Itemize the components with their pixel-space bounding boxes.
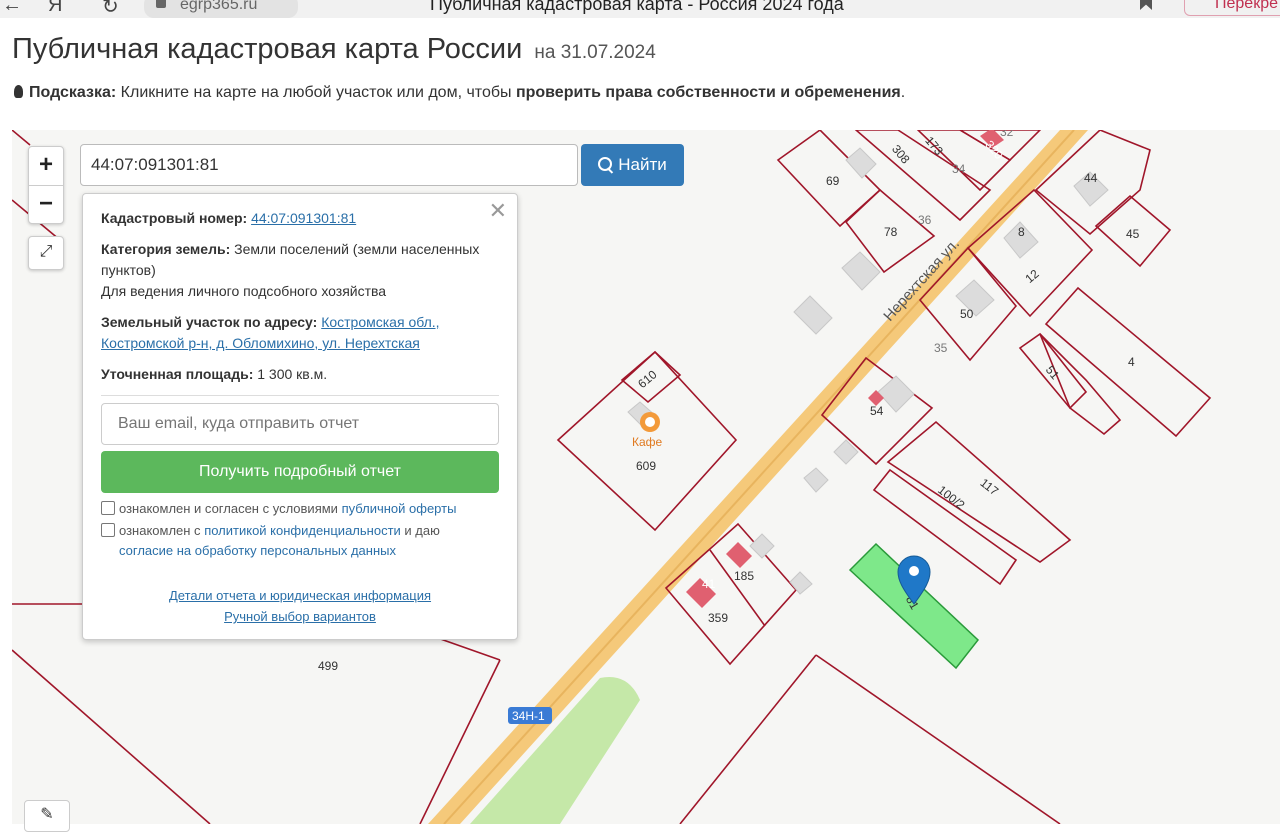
cadastral-search-input[interactable]: [80, 144, 578, 186]
close-icon[interactable]: ✕: [489, 200, 507, 222]
consent2-text: ознакомлен с: [119, 523, 201, 538]
extension-label: Перекре: [1215, 0, 1278, 12]
pencil-icon[interactable]: ✎: [24, 800, 70, 832]
reload-icon[interactable]: ↻: [102, 0, 119, 18]
lock-icon: [156, 0, 166, 8]
parcel-label-3: 185: [734, 569, 754, 583]
parcel-label-12: 4: [1128, 355, 1135, 369]
parcel-label-4: 359: [708, 611, 728, 625]
zoom-in-button[interactable]: +: [29, 147, 63, 186]
area-label: Уточненная площадь:: [101, 366, 254, 382]
cafe-label: Кафе: [632, 435, 663, 449]
yandex-icon[interactable]: Я: [48, 0, 62, 17]
privacy-policy-link[interactable]: политикой конфиденциальности: [204, 523, 401, 538]
parcel-label-2: 499: [318, 659, 338, 673]
report-details-link[interactable]: Детали отчета и юридическая информация: [101, 585, 499, 606]
popup-footer-links: Детали отчета и юридическая информация Р…: [101, 585, 499, 627]
parcel-label-8: 50: [960, 307, 974, 321]
hint-end: .: [900, 84, 906, 101]
privacy-consent: ознакомлен с политикой конфиденциальност…: [101, 521, 499, 561]
url-text: egrp365.ru: [180, 0, 258, 13]
divider: [101, 395, 499, 396]
back-icon[interactable]: ←: [2, 0, 22, 17]
search-icon: [598, 157, 613, 171]
cadastral-label: Кадастровый номер:: [101, 210, 248, 226]
offer-consent: ознакомлен и согласен с условиями публич…: [101, 499, 499, 519]
land-category-row: Категория земель: Земли поселений (земли…: [101, 239, 499, 302]
bookmark-icon[interactable]: [1140, 0, 1152, 10]
parcel-label-9: 35: [934, 341, 948, 355]
parcel-label-16: 78: [884, 225, 898, 239]
area-row: Уточненная площадь: 1 300 кв.м.: [101, 364, 499, 385]
fullscreen-icon[interactable]: ⤢: [28, 236, 64, 270]
parcel-label-0: 610: [635, 367, 660, 391]
lightbulb-icon: [14, 85, 23, 98]
browser-chrome: ← Я ↻ egrp365.ru Публичная кадастровая к…: [0, 0, 1280, 18]
road-badge-label: 34Н-1: [512, 709, 545, 723]
hint-label: Подсказка:: [29, 84, 117, 101]
zoom-control: + −: [28, 146, 64, 224]
location-marker-dot: [909, 566, 919, 576]
parcel-label-24: 117: [977, 476, 1001, 499]
search-button[interactable]: Найти: [581, 144, 684, 186]
parcel-label-18: 308: [889, 142, 913, 167]
parcel-label-23: 36: [918, 213, 932, 227]
parcel-label-25: 100/2: [935, 483, 968, 513]
hint-bold: проверить права собственности и обремене…: [515, 84, 901, 101]
category-label: Категория земель:: [101, 241, 231, 257]
consent2-and: и даю: [404, 523, 440, 538]
manual-selection-link[interactable]: Ручной выбор вариантов: [101, 606, 499, 627]
page-title: Публичная кадастровая карта России на 31…: [12, 33, 656, 66]
privacy-checkbox[interactable]: [101, 523, 115, 537]
page-title-text: Публичная кадастровая карта России: [12, 33, 523, 65]
address-bar[interactable]: egrp365.ru: [144, 0, 298, 18]
offer-link[interactable]: публичной оферты: [342, 501, 457, 516]
hint: Подсказка: Кликните на карте на любой уч…: [14, 84, 905, 102]
parcel-label-17: 69: [826, 174, 840, 188]
consent1-text: ознакомлен и согласен с условиями: [119, 501, 338, 516]
search-button-label: Найти: [618, 155, 667, 174]
hint-text: Кликните на карте на любой участок или д…: [120, 84, 512, 101]
tab-title: Публичная кадастровая карта - Россия 202…: [430, 0, 844, 14]
area-value: 1 300 кв.м.: [257, 366, 328, 382]
extension-button[interactable]: Перекре: [1184, 0, 1280, 16]
offer-checkbox[interactable]: [101, 501, 115, 515]
parcel-label-14: 45: [1126, 227, 1140, 241]
parcel-label-11: 8: [1018, 225, 1025, 239]
address-label: Земельный участок по адресу:: [101, 314, 318, 330]
parcel-label-15: 44: [1084, 171, 1098, 185]
parcel-label-5: 41: [702, 577, 716, 591]
cadastral-number-row: Кадастровый номер: 44:07:091301:81: [101, 208, 499, 229]
address-row: Земельный участок по адресу: Костромская…: [101, 312, 499, 354]
get-report-button[interactable]: Получить подробный отчет: [101, 451, 499, 493]
parcel-label-22: 32: [1000, 130, 1014, 139]
parcel-label-20: 34: [952, 162, 966, 176]
cadastral-number-link[interactable]: 44:07:091301:81: [251, 210, 356, 226]
personal-data-consent-link[interactable]: согласие на обработку персональных данны…: [119, 543, 396, 558]
parcel-label-1: 609: [636, 459, 656, 473]
email-field[interactable]: [101, 403, 499, 445]
zoom-out-button[interactable]: −: [29, 186, 63, 224]
page-date: на 31.07.2024: [534, 42, 656, 63]
parcel-label-7: 54: [870, 404, 884, 418]
parcel-label-10: 12: [1022, 266, 1041, 286]
parcel-info-popup: ✕ Кадастровый номер: 44:07:091301:81 Кат…: [82, 193, 518, 640]
land-usage: Для ведения личного подсобного хозяйства: [101, 283, 387, 299]
cafe-icon-inner: [645, 417, 655, 427]
